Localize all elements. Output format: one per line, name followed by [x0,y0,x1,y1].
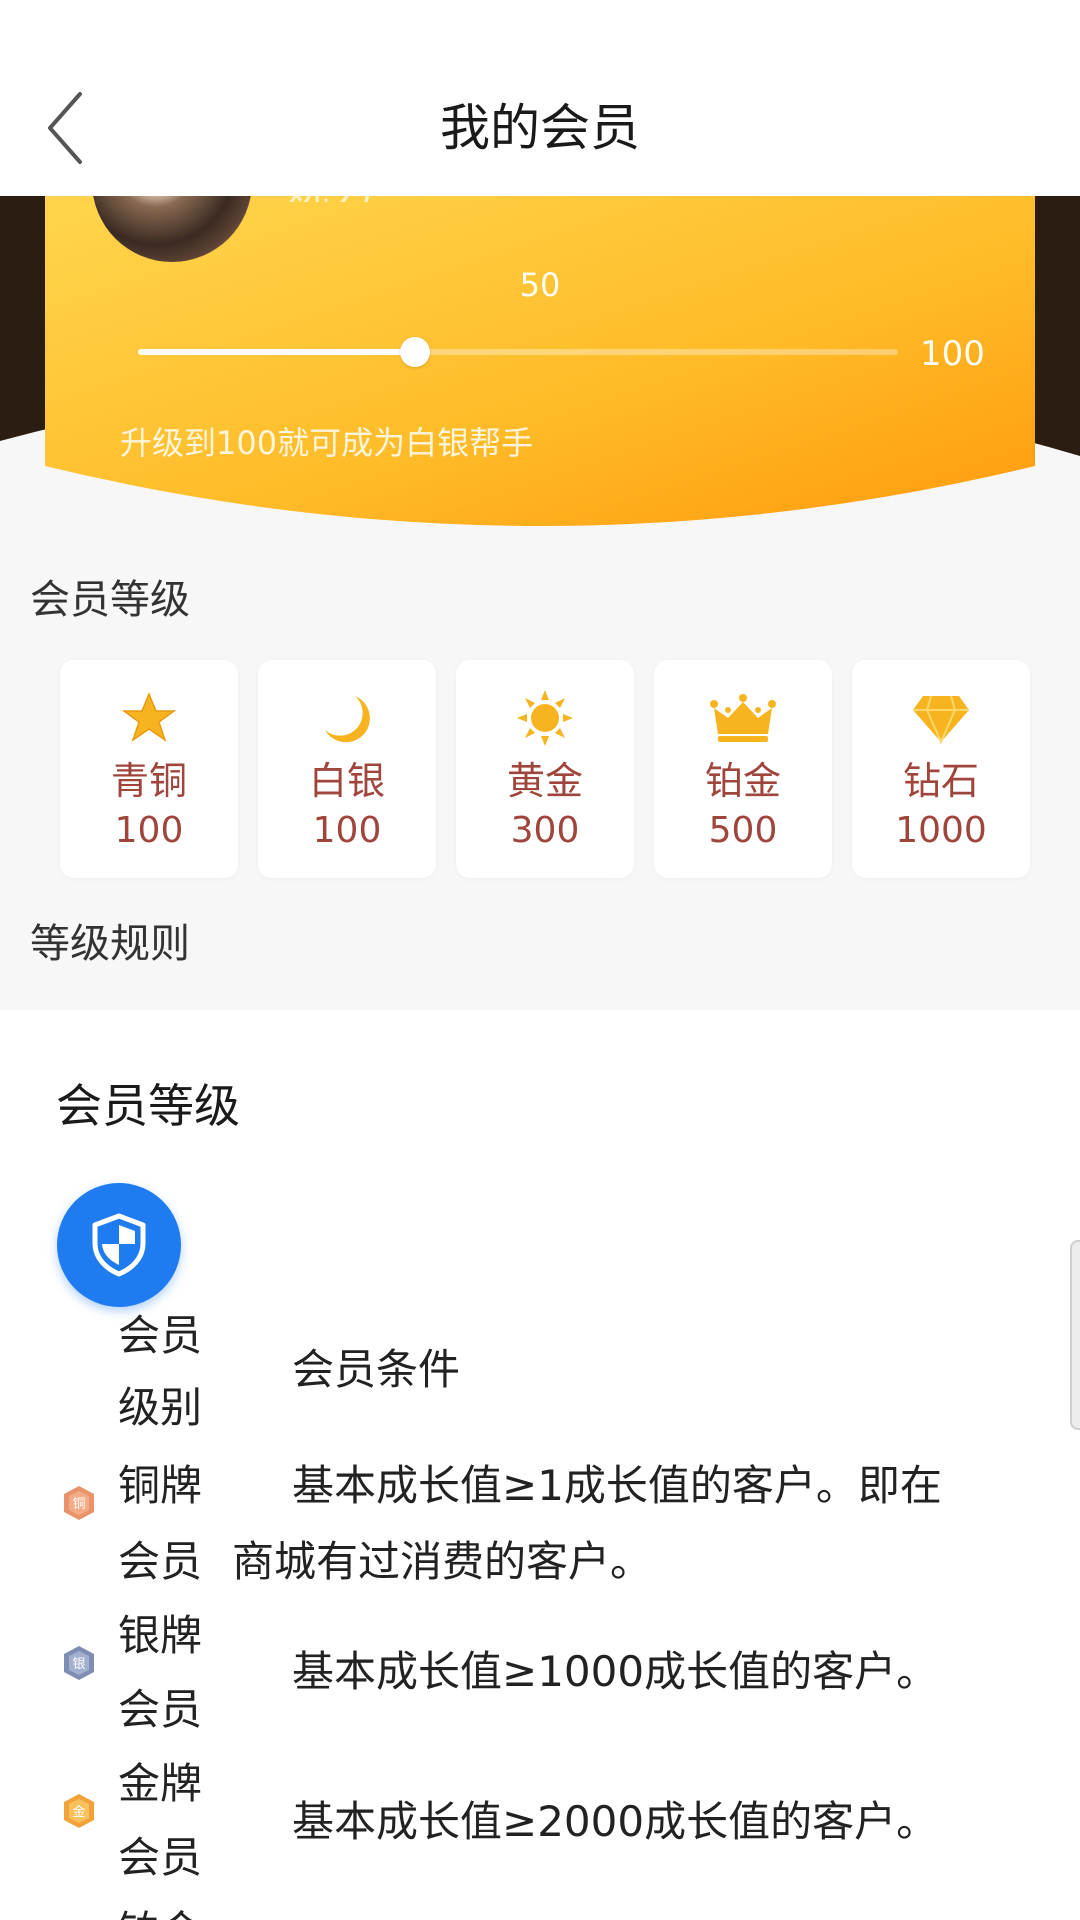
progress-max-value: 100 [920,334,985,374]
rules-heading: 会员等级 [56,1079,240,1133]
level-value: 500 [708,810,778,851]
level-name: 钻石 [902,759,979,803]
header-condition: 会员条件 [292,1345,461,1394]
gold-badge-text: 金 [72,1804,85,1820]
row-bronze-label-line1: 铜牌 [118,1461,203,1510]
rules-panel: 会员等级 会员 级别 会员条件 铜 铜牌 会员 基本成长值≥1成长值的客户。即在… [0,1010,1080,1920]
star-icon [60,690,238,746]
level-list: 青铜 100 白银 100 黄金 300 铂金 500 钻石 1000 [60,660,1040,878]
app-header: 我的会员 [0,0,1080,196]
progress-current-value: 50 [519,266,561,304]
level-value: 100 [312,810,382,851]
diamond-icon [852,690,1030,746]
row-silver-condition: 基本成长值≥1000成长值的客户。 [292,1647,939,1696]
row-bronze-condition-line2: 商城有过消费的客户。 [232,1537,653,1586]
level-rules-title: 等级规则 [30,921,190,967]
level-name: 黄金 [506,759,583,803]
row-gold-condition: 基本成长值≥2000成长值的客户。 [292,1797,939,1846]
upgrade-hint: 升级到100就可成为白银帮手 [120,424,534,462]
side-drawer-handle[interactable] [1070,1240,1080,1430]
row-bronze-condition-line1: 基本成长值≥1成长值的客户。即在 [292,1461,942,1510]
header-level-line2: 级别 [118,1383,203,1432]
level-value: 300 [510,810,580,851]
level-name: 青铜 [110,759,187,803]
row-platinum-label-partial: 铂金 [118,1896,218,1920]
row-gold-label-line2: 会员 [118,1833,203,1882]
bronze-badge-icon: 铜 [64,1486,94,1520]
row-gold-label-line1: 金牌 [118,1759,203,1808]
silver-badge-text: 银 [72,1657,85,1672]
header-level-line1: 会员 [118,1311,203,1360]
level-name: 铂金 [704,759,781,803]
level-name: 白银 [308,759,385,803]
row-silver-label-line2: 会员 [118,1685,203,1734]
level-card-gold[interactable]: 黄金 300 [456,660,634,878]
moon-icon [258,690,436,746]
avatar[interactable] [92,196,252,262]
avatar-image [92,196,252,262]
bronze-badge-text: 铜 [72,1497,85,1512]
level-card-diamond[interactable]: 钻石 1000 [852,660,1030,878]
level-card-bronze[interactable]: 青铜 100 [60,660,238,878]
crown-icon [654,690,832,746]
security-float-button[interactable] [57,1183,181,1307]
sun-icon [456,690,634,746]
progress-thumb [400,337,430,367]
row-silver-label-line1: 银牌 [118,1611,203,1660]
progress-fill [138,349,415,355]
member-levels-title: 会员等级 [30,577,190,623]
row-bronze-label-line2: 会员 [118,1537,203,1586]
level-value: 1000 [895,810,987,851]
gold-badge-icon: 金 [64,1794,94,1828]
silver-badge-icon: 银 [64,1646,94,1680]
page-title: 我的会员 [440,99,640,157]
shield-icon [92,1213,146,1277]
level-value: 100 [114,810,184,851]
level-card-platinum[interactable]: 铂金 500 [654,660,832,878]
level-card-silver[interactable]: 白银 100 [258,660,436,878]
